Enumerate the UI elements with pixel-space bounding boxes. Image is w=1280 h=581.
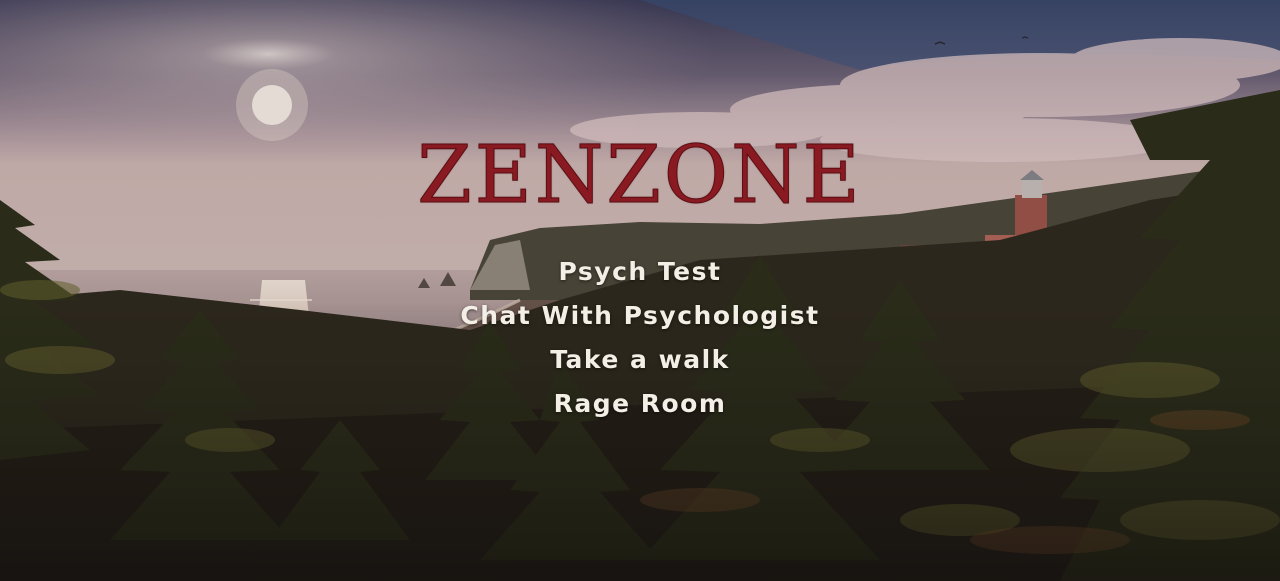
main-menu: Psych Test Chat With Psychologist Take a… [0,250,1280,426]
menu-item-chat-with-psychologist[interactable]: Chat With Psychologist [452,294,827,338]
menu-item-take-a-walk[interactable]: Take a walk [542,338,738,382]
main-menu-screen: ZENZONE Psych Test Chat With Psychologis… [0,0,1280,581]
menu-item-psych-test[interactable]: Psych Test [551,250,730,294]
menu-item-rage-room[interactable]: Rage Room [546,382,735,426]
game-title: ZENZONE [417,128,863,221]
